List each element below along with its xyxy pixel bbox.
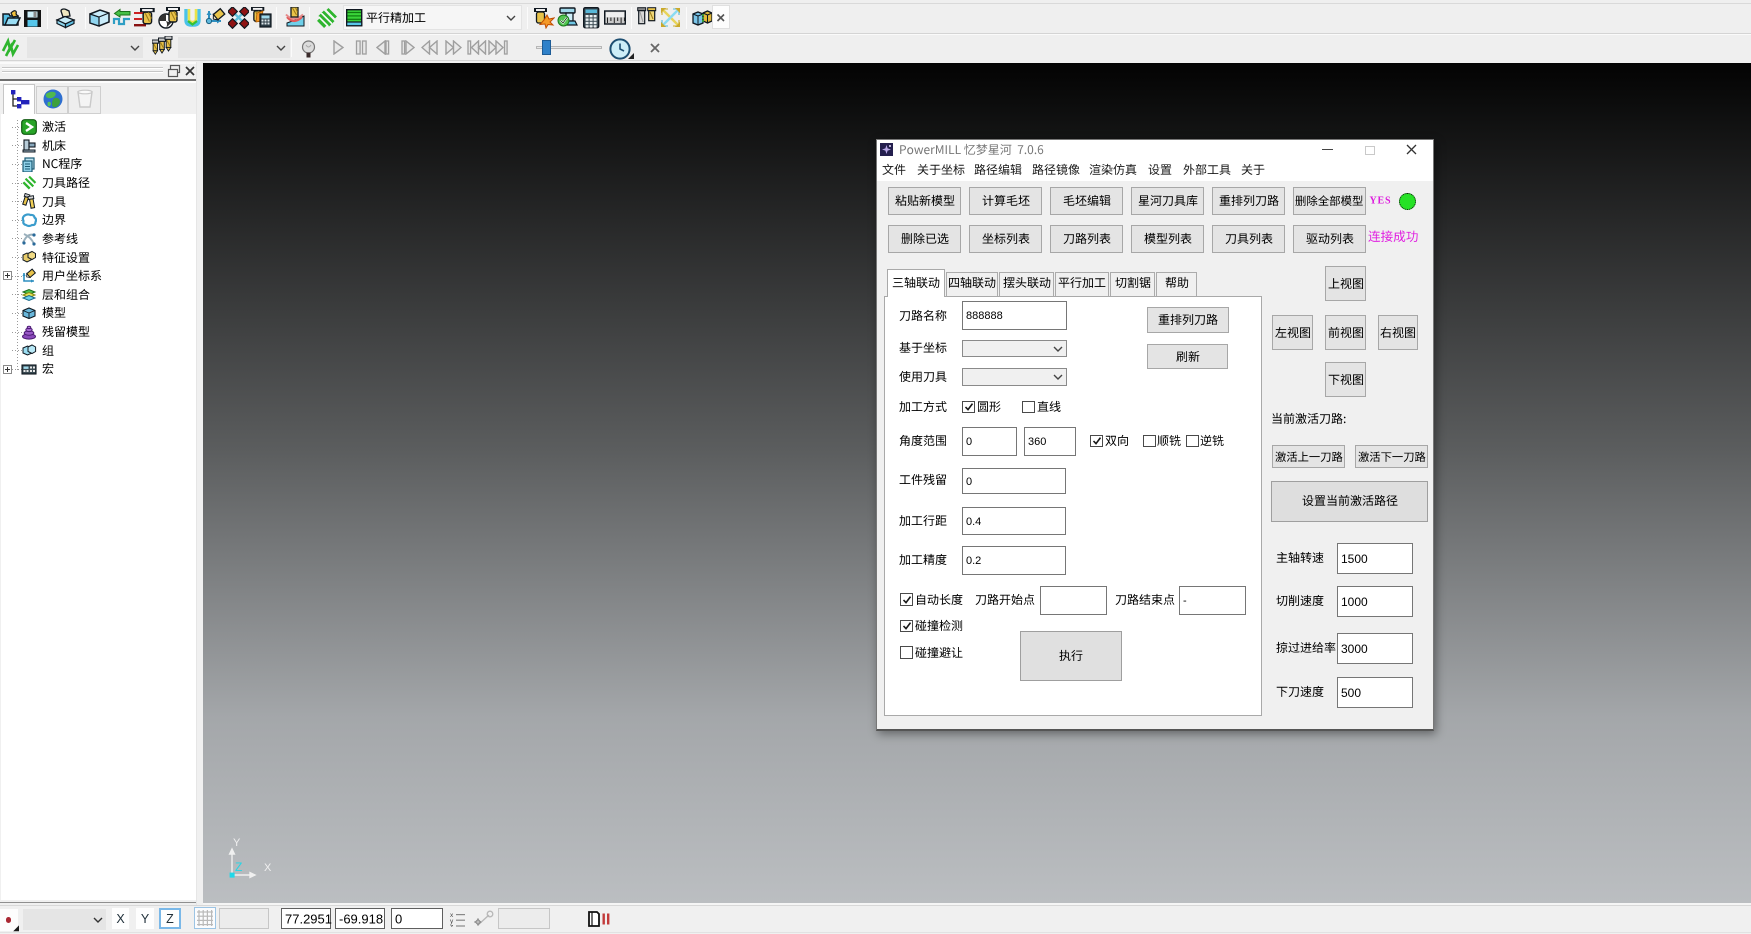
svg-text:Z: Z [235,860,242,874]
svg-text:z: z [450,924,453,928]
svg-text:Y: Y [233,837,241,849]
svg-text:X: X [264,862,272,874]
